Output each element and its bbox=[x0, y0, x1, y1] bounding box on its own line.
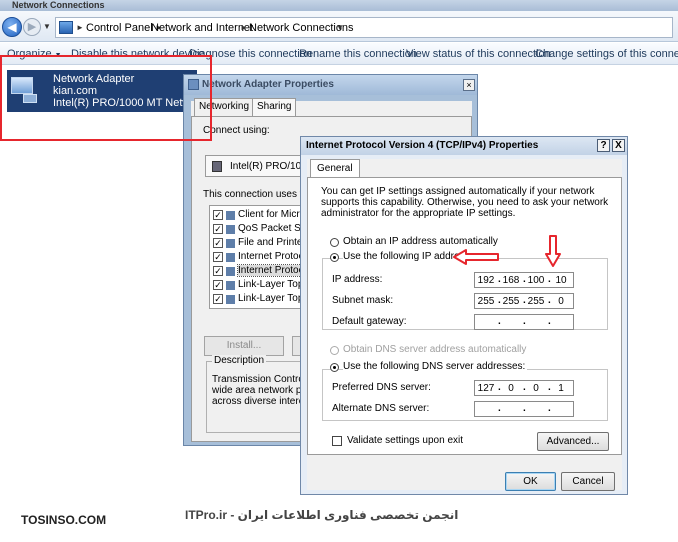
highlight-frame bbox=[0, 55, 212, 141]
preferred-dns-input[interactable]: 127 . 0 . 0 . 1 bbox=[474, 380, 574, 396]
list-item[interactable]: ✓ Link-Layer Topol bbox=[213, 293, 313, 306]
chevron-right-icon[interactable]: ► bbox=[76, 23, 84, 32]
octet: 0 bbox=[508, 383, 514, 394]
adapter-properties-titlebar: Network Adapter Properties × bbox=[184, 75, 477, 95]
recent-pages-dropdown-icon[interactable]: ▼ bbox=[43, 22, 51, 31]
description-label: Description bbox=[212, 355, 267, 366]
list-item[interactable]: ✓ QoS Packet Sch bbox=[213, 223, 313, 236]
ok-button[interactable]: OK bbox=[505, 472, 556, 491]
ip-address-input[interactable]: 192 . 168 . 100 . 10 bbox=[474, 272, 574, 288]
window-title: Network Connections bbox=[0, 0, 678, 11]
tab-general[interactable]: General bbox=[310, 159, 360, 178]
obtain-ip-auto-label[interactable]: Obtain an IP address automatically bbox=[343, 236, 498, 247]
octet: 192 bbox=[477, 275, 495, 286]
default-gateway-label: Default gateway: bbox=[332, 316, 407, 327]
octet: 255 bbox=[477, 296, 495, 307]
cancel-button[interactable]: Cancel bbox=[561, 472, 615, 491]
checkbox[interactable]: ✓ bbox=[213, 294, 223, 304]
watermark-itpro: ITPro.ir - انجمن تخصصی فناوری اطلاعات ای… bbox=[185, 508, 459, 522]
octet: 1 bbox=[558, 383, 564, 394]
octet: 168 bbox=[502, 275, 520, 286]
octet: 255 bbox=[527, 296, 545, 307]
control-panel-icon bbox=[59, 21, 73, 34]
subnet-mask-label: Subnet mask: bbox=[332, 295, 394, 306]
component-icon bbox=[226, 295, 235, 304]
list-item[interactable]: ✓ Link-Layer Topol bbox=[213, 279, 313, 292]
general-panel: You can get IP settings assigned automat… bbox=[307, 177, 622, 455]
octet: 0 bbox=[533, 383, 539, 394]
breadcrumb-control-panel[interactable]: Control Panel bbox=[86, 22, 153, 34]
ipv4-title: Internet Protocol Version 4 (TCP/IPv4) P… bbox=[306, 140, 539, 151]
list-item[interactable]: ✓ Client for Microsc bbox=[213, 209, 313, 222]
checkbox[interactable]: ✓ bbox=[213, 224, 223, 234]
back-button[interactable]: ◀ bbox=[2, 17, 22, 37]
subnet-mask-input[interactable]: 255 . 255 . 255 . 0 bbox=[474, 293, 574, 309]
octet: 127 bbox=[477, 383, 495, 394]
address-box[interactable]: ► Control Panel ► Network and Internet ►… bbox=[55, 17, 673, 38]
intro-text: You can get IP settings assigned automat… bbox=[321, 186, 609, 219]
address-bar: ◀ ▶ ▼ ► Control Panel ► Network and Inte… bbox=[0, 11, 678, 42]
close-button[interactable]: X bbox=[612, 139, 625, 152]
alternate-dns-label: Alternate DNS server: bbox=[332, 403, 430, 414]
preferred-dns-label: Preferred DNS server: bbox=[332, 382, 431, 393]
checkbox[interactable]: ✓ bbox=[213, 210, 223, 220]
components-list: ✓ Client for Microsc ✓ QoS Packet Sch ✓ Fil… bbox=[209, 205, 314, 309]
use-following-dns-label[interactable]: Use the following DNS server addresses: bbox=[343, 361, 528, 372]
nic-icon bbox=[212, 161, 222, 172]
forward-button[interactable]: ▶ bbox=[23, 18, 41, 36]
arrow-down-icon bbox=[545, 235, 561, 267]
install-button[interactable]: Install... bbox=[204, 336, 284, 356]
obtain-dns-auto-radio[interactable] bbox=[330, 346, 339, 355]
obtain-dns-auto-label[interactable]: Obtain DNS server address automatically bbox=[343, 344, 526, 355]
component-icon bbox=[226, 253, 235, 262]
change-settings-command[interactable]: Change settings of this connection bbox=[535, 48, 678, 60]
octet: 100 bbox=[527, 275, 545, 286]
ipv4-properties-dialog: Internet Protocol Version 4 (TCP/IPv4) P… bbox=[300, 136, 628, 495]
chevron-right-icon[interactable]: ► bbox=[240, 23, 248, 32]
octet: 10 bbox=[555, 275, 567, 286]
close-button[interactable]: × bbox=[463, 79, 475, 91]
arrow-left-icon bbox=[453, 249, 499, 265]
component-icon bbox=[226, 225, 235, 234]
use-following-dns-radio[interactable] bbox=[330, 363, 339, 372]
octet: 255 bbox=[502, 296, 520, 307]
ipv4-titlebar: Internet Protocol Version 4 (TCP/IPv4) P… bbox=[301, 137, 627, 155]
breadcrumb-network-internet[interactable]: Network and Internet bbox=[151, 22, 253, 34]
validate-checkbox[interactable] bbox=[332, 436, 342, 446]
tab-sharing[interactable]: Sharing bbox=[252, 98, 297, 116]
default-gateway-input[interactable]: . . . bbox=[474, 314, 574, 330]
view-status-command[interactable]: View status of this connection bbox=[406, 48, 551, 60]
list-item[interactable]: ✓ Internet Protocol bbox=[213, 251, 313, 264]
use-following-ip-radio[interactable] bbox=[330, 253, 339, 262]
checkbox[interactable]: ✓ bbox=[213, 280, 223, 290]
list-item[interactable]: ✓ Internet Protocol bbox=[213, 264, 313, 278]
component-icon bbox=[226, 211, 235, 220]
advanced-button[interactable]: Advanced... bbox=[537, 432, 609, 451]
octet: 0 bbox=[558, 296, 564, 307]
component-icon bbox=[226, 267, 235, 276]
alternate-dns-input[interactable]: . . . bbox=[474, 401, 574, 417]
watermark-tosinso: TOSINSO.COM bbox=[21, 513, 107, 527]
checkbox[interactable]: ✓ bbox=[213, 252, 223, 262]
connect-using-label: Connect using: bbox=[203, 125, 270, 136]
help-button[interactable]: ? bbox=[597, 139, 610, 152]
component-icon bbox=[226, 281, 235, 290]
ipv4-body: General You can get IP settings assigned… bbox=[307, 159, 622, 491]
component-icon bbox=[226, 239, 235, 248]
list-item[interactable]: ✓ File and Printer S bbox=[213, 237, 313, 250]
ip-address-label: IP address: bbox=[332, 274, 383, 285]
obtain-ip-auto-radio[interactable] bbox=[330, 238, 339, 247]
rename-command[interactable]: Rename this connection bbox=[299, 48, 417, 60]
checkbox[interactable]: ✓ bbox=[213, 266, 223, 276]
validate-label[interactable]: Validate settings upon exit bbox=[347, 435, 463, 446]
adapter-properties-title: Network Adapter Properties bbox=[202, 79, 334, 90]
chevron-down-icon[interactable]: ▼ bbox=[336, 23, 344, 32]
checkbox[interactable]: ✓ bbox=[213, 238, 223, 248]
connect-device-box: Intel(R) PRO/1000 bbox=[205, 155, 315, 177]
